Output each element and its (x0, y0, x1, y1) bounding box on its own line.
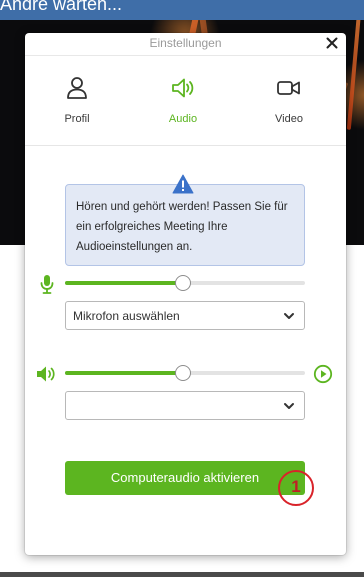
tab-label-video: Video (275, 113, 303, 125)
microphone-slider-thumb[interactable] (174, 275, 191, 291)
microphone-select-value: Mikrofon auswählen (73, 309, 180, 323)
audio-info-text: Hören und gehört werden! Passen Sie für … (76, 201, 288, 253)
speaker-select[interactable] (65, 391, 305, 420)
close-icon[interactable] (325, 36, 339, 50)
speaker-slider-thumb[interactable] (174, 365, 191, 381)
tab-video[interactable]: Video (249, 75, 329, 135)
dialog-title: Einstellungen (149, 36, 222, 50)
microphone-volume-slider[interactable] (65, 273, 305, 293)
tab-audio[interactable]: Audio (143, 75, 223, 135)
microphone-icon (40, 275, 54, 294)
camera-icon (277, 81, 300, 95)
audio-info-box: Hören und gehört werden! Passen Sie für … (65, 184, 305, 266)
play-circle-icon[interactable] (313, 364, 333, 384)
step-number-badge: 1 (278, 470, 314, 506)
activate-computer-audio-button[interactable]: Computeraudio aktivieren (65, 461, 305, 495)
tab-label-audio: Audio (168, 113, 198, 125)
speaker-volume-slider[interactable] (65, 363, 305, 383)
step-number: 1 (291, 477, 301, 496)
chevron-down-icon (284, 403, 294, 409)
user-icon (67, 77, 87, 99)
bottom-toolbar-edge (0, 572, 364, 577)
tab-label-profil: Profil (64, 113, 90, 125)
settings-dialog: Einstellungen Profil Audio Video Hören u… (25, 33, 346, 555)
speaker-volume-icon (37, 366, 55, 382)
tab-profil[interactable]: Profil (37, 75, 117, 135)
meeting-status-bar: Andre warten... (0, 0, 364, 20)
warning-icon (172, 174, 194, 194)
chevron-down-icon (284, 313, 294, 319)
microphone-select[interactable]: Mikrofon auswählen (65, 301, 305, 330)
speaker-icon (172, 78, 194, 98)
meeting-status-text: Andre warten... (0, 0, 123, 14)
